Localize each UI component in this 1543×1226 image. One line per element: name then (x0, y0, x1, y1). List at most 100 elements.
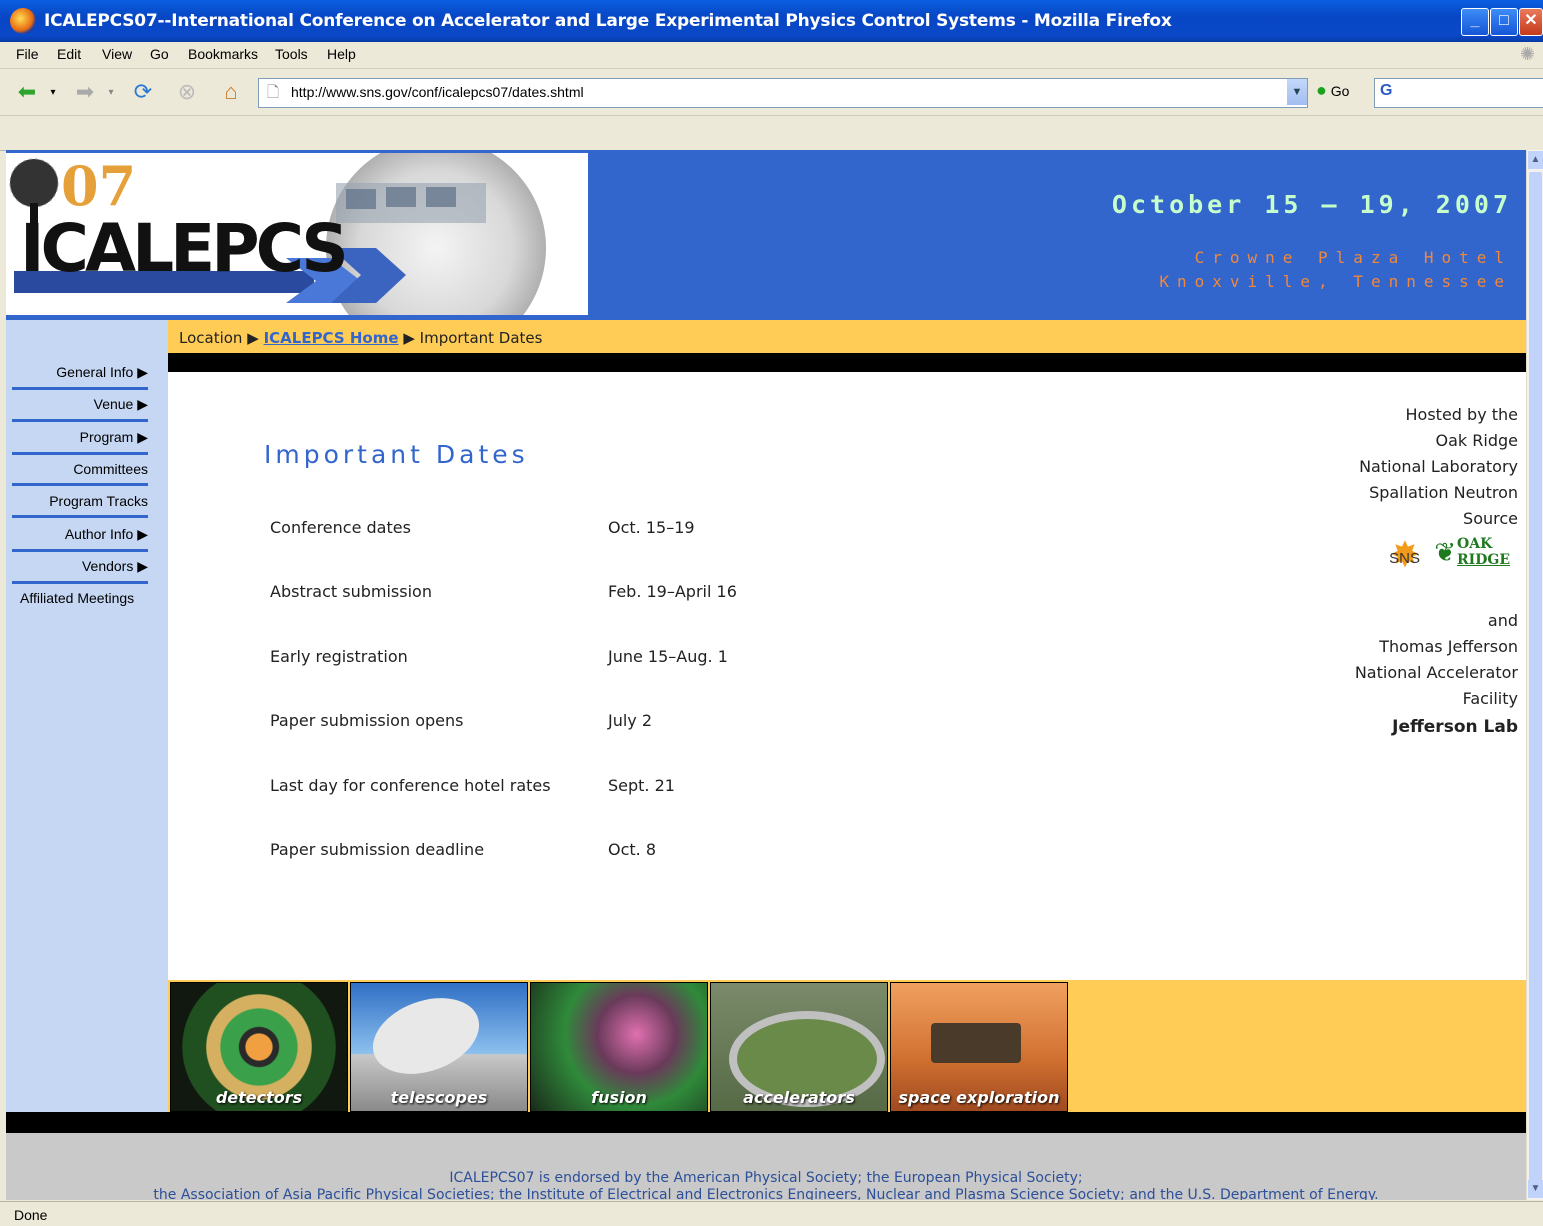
breadcrumb-home-link[interactable]: ICALEPCS Home (264, 329, 399, 347)
reload-icon[interactable]: ⟳ (128, 77, 158, 107)
menu-tools[interactable]: Tools (275, 46, 308, 62)
jefferson-lab-logo[interactable]: Jefferson Lab (1308, 714, 1518, 740)
space-exploration-image[interactable]: space exploration (890, 982, 1068, 1112)
scroll-up-icon[interactable]: ▲ (1528, 151, 1543, 169)
sidebar-item-program[interactable]: Program ▶ (12, 429, 148, 455)
date-event: Conference dates (270, 518, 411, 537)
detectors-image[interactable]: detectors (170, 982, 348, 1112)
scroll-down-icon[interactable]: ▼ (1528, 1180, 1543, 1198)
sns-ornl-logos[interactable]: ✸ SNS ❦ OAK RIDGE (1308, 532, 1518, 594)
hosted-text: Spallation Neutron (1369, 483, 1518, 502)
back-dropdown-icon[interactable]: ▾ (46, 77, 60, 107)
telescopes-image[interactable]: telescopes (350, 982, 528, 1112)
search-box[interactable]: G (1374, 78, 1543, 108)
date-event: Early registration (270, 647, 408, 666)
date-value: June 15–Aug. 1 (608, 647, 728, 666)
menu-bookmarks[interactable]: Bookmarks (188, 46, 258, 62)
date-event: Paper submission opens (270, 711, 464, 730)
chevron-right-icon: ▶ (403, 329, 415, 347)
back-icon[interactable]: ⬅ (12, 77, 42, 107)
home-icon[interactable]: ⌂ (216, 77, 246, 107)
go-button[interactable]: ● Go (1316, 80, 1349, 101)
ornl-logo-text: OAK RIDGE (1457, 536, 1510, 568)
date-value: Feb. 19–April 16 (608, 582, 737, 601)
site-footer: ICALEPCS07 is endorsed by the American P… (6, 1133, 1526, 1200)
svg-text:ICALEPCS: ICALEPCS (20, 210, 345, 287)
forward-dropdown-icon[interactable]: ▾ (104, 77, 118, 107)
hosted-text: Facility (1462, 689, 1518, 708)
oak-leaf-icon: ❦ (1434, 538, 1456, 568)
hosted-text: and (1487, 611, 1518, 630)
sidebar-item-vendors[interactable]: Vendors ▶ (12, 558, 148, 584)
address-input[interactable]: http://www.sns.gov/conf/icalepcs07/dates… (291, 84, 584, 100)
sidebar-item-affiliated-meetings[interactable]: Affiliated Meetings (20, 590, 156, 612)
menu-help[interactable]: Help (327, 46, 356, 62)
date-event: Last day for conference hotel rates (270, 776, 551, 795)
hosted-text: National Accelerator (1354, 663, 1518, 682)
bookmarks-toolbar (0, 116, 1543, 151)
sidebar-nav: General Info ▶ Venue ▶ Program ▶ Committ… (6, 320, 168, 1113)
tile-caption: detectors (215, 1088, 303, 1107)
page-title: Important Dates (264, 440, 529, 469)
hosted-text: Thomas Jefferson (1379, 637, 1518, 656)
accelerators-image[interactable]: accelerators (710, 982, 888, 1112)
minimize-button[interactable]: _ (1461, 8, 1489, 36)
sidebar-item-committees[interactable]: Committees (12, 461, 148, 486)
date-value: Sept. 21 (608, 776, 675, 795)
chevron-right-icon: ▶ (247, 329, 259, 347)
page-icon: 🗋 (267, 84, 280, 101)
tile-caption: accelerators (743, 1088, 855, 1107)
footer-text: ICALEPCS07 is endorsed by the American P… (6, 1170, 1526, 1200)
conference-venue: Crowne Plaza Hotel Knoxville, Tennessee (1159, 246, 1512, 294)
firefox-icon (10, 8, 36, 34)
sidebar-item-author-info[interactable]: Author Info ▶ (12, 526, 148, 552)
hosted-text: Oak Ridge (1435, 431, 1518, 450)
date-value: July 2 (608, 711, 653, 730)
breadcrumb-current: Important Dates (419, 329, 543, 347)
footer-line: the Association of Asia Pacific Physical… (153, 1187, 1379, 1200)
divider-bar (168, 353, 1526, 372)
site-header: 07 ICALEPCS October 15 – 19, 2007 Crowne… (6, 150, 1526, 358)
icalepcs-logo[interactable]: 07 ICALEPCS (6, 150, 588, 358)
sidebar-item-general-info[interactable]: General Info ▶ (12, 364, 148, 390)
sidebar-item-program-tracks[interactable]: Program Tracks (12, 493, 148, 518)
sns-logo-text: SNS (1389, 550, 1420, 567)
footer-line: ICALEPCS07 is endorsed by the American P… (449, 1170, 1083, 1186)
date-event: Abstract submission (270, 582, 432, 601)
menu-view[interactable]: View (102, 46, 132, 62)
status-bar: Done (0, 1201, 1543, 1226)
maximize-button[interactable]: □ (1490, 8, 1518, 36)
google-search-icon[interactable]: G (1380, 82, 1392, 100)
stop-icon[interactable]: ⊗ (172, 77, 202, 107)
fusion-image[interactable]: fusion (530, 982, 708, 1112)
go-icon: ● (1316, 80, 1327, 100)
address-dropdown-icon[interactable]: ▼ (1287, 79, 1307, 105)
status-text: Done (14, 1207, 48, 1223)
go-label: Go (1330, 83, 1350, 99)
menu-edit[interactable]: Edit (57, 46, 81, 62)
menu-go[interactable]: Go (150, 46, 169, 62)
tile-caption: space exploration (898, 1088, 1060, 1107)
tile-caption: telescopes (390, 1088, 488, 1107)
navigation-toolbar: ⬅ ▾ ➡ ▾ ⟳ ⊗ ⌂ 🗋 http://www.sns.gov/conf/… (0, 69, 1543, 116)
window-title: ICALEPCS07--International Conference on … (44, 11, 1172, 31)
hosted-by-panel: Hosted by the Oak Ridge National Laborat… (1308, 402, 1518, 740)
vertical-scrollbar[interactable]: ▲ ▼ (1526, 150, 1543, 1200)
conference-dates: October 15 – 19, 2007 (1111, 190, 1512, 219)
address-bar[interactable]: 🗋 http://www.sns.gov/conf/icalepcs07/dat… (258, 78, 1308, 108)
venue-hotel: Crowne Plaza Hotel (1194, 248, 1512, 267)
forward-icon[interactable]: ➡ (70, 77, 100, 107)
logo-graphic: 07 ICALEPCS (9, 150, 546, 358)
image-strip: detectors telescopes fusion accelerators… (168, 980, 1526, 1112)
date-value: Oct. 8 (608, 840, 657, 859)
menu-file[interactable]: File (16, 46, 39, 62)
throbber-icon: ✺ (1520, 44, 1536, 64)
venue-city: Knoxville, Tennessee (1159, 272, 1512, 291)
window-title-bar[interactable]: ICALEPCS07--International Conference on … (0, 0, 1543, 42)
hosted-text: Hosted by the (1405, 405, 1518, 424)
close-button[interactable]: ✕ (1519, 8, 1543, 36)
sidebar-item-venue[interactable]: Venue ▶ (12, 396, 148, 422)
web-page: 07 ICALEPCS October 15 – 19, 2007 Crowne… (6, 150, 1526, 1200)
date-value: Oct. 15–19 (608, 518, 695, 537)
scrollbar-thumb[interactable] (1529, 172, 1542, 1197)
